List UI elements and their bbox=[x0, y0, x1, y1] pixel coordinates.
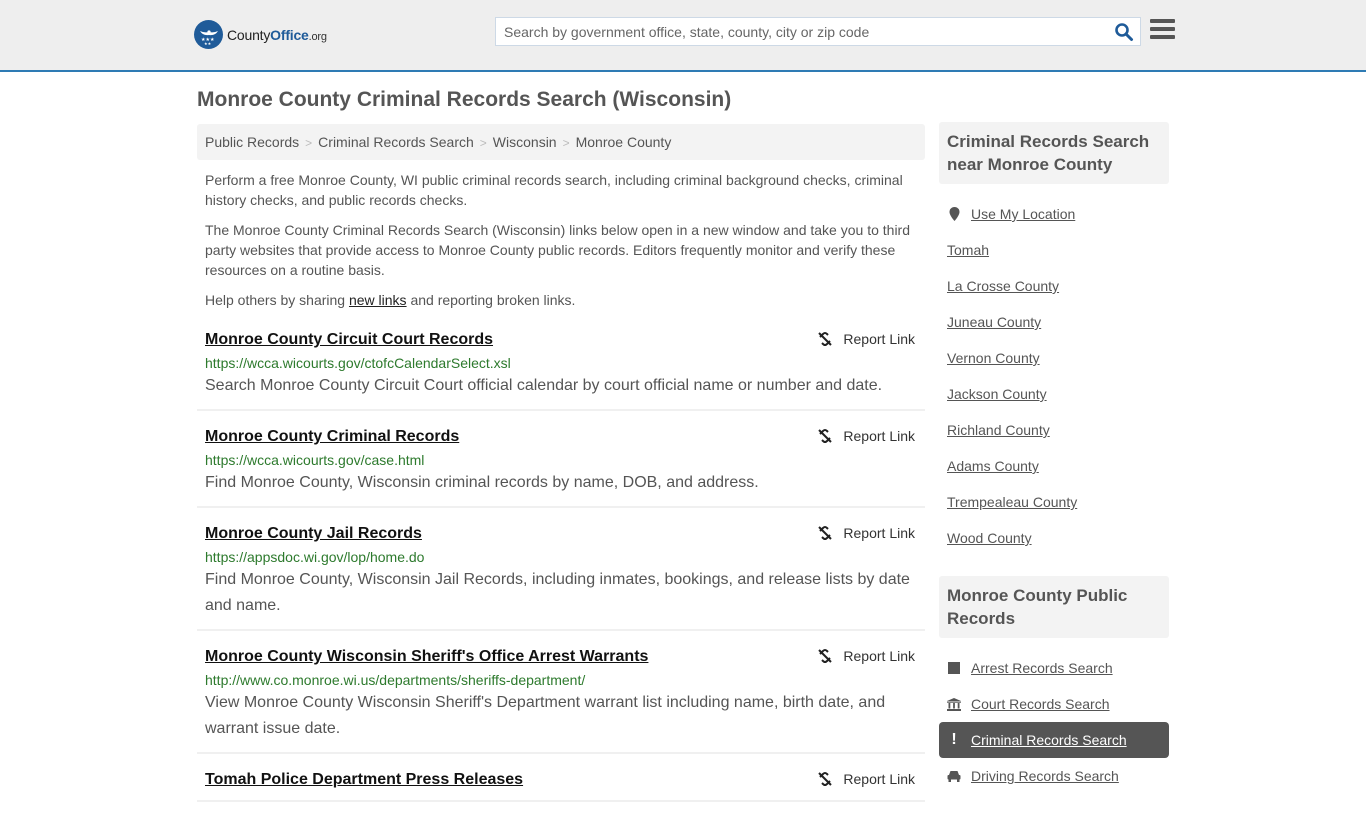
search-input[interactable] bbox=[496, 18, 1106, 45]
result-url: https://wcca.wicourts.gov/ctofcCalendarS… bbox=[205, 355, 511, 371]
hamburger-menu-icon[interactable] bbox=[1150, 19, 1175, 41]
nearby-item: Vernon County bbox=[947, 340, 1161, 376]
breadcrumb-criminal-records-search[interactable]: Criminal Records Search bbox=[318, 134, 474, 150]
driving-records-search-link[interactable]: Driving Records Search bbox=[971, 768, 1119, 784]
car-icon bbox=[947, 770, 961, 782]
result-description: View Monroe County Wisconsin Sheriff's D… bbox=[205, 694, 886, 737]
nearby-item: Trempealeau County bbox=[947, 484, 1161, 520]
public-records-heading: Monroe County Public Records bbox=[939, 576, 1169, 638]
nearby-item: Wood County bbox=[947, 520, 1161, 556]
nearby-link-richland-county[interactable]: Richland County bbox=[947, 422, 1050, 438]
public-records-item: Arrest Records Search bbox=[947, 650, 1161, 686]
result-title-link[interactable]: Monroe County Wisconsin Sheriff's Office… bbox=[205, 647, 648, 667]
result-item: Tomah Police Department Press Releases R… bbox=[197, 767, 925, 802]
result-url: http://www.co.monroe.wi.us/departments/s… bbox=[205, 672, 586, 688]
top-header: ★★★ ★★ CountyOffice.org bbox=[0, 0, 1366, 72]
nearby-link-la-crosse-county[interactable]: La Crosse County bbox=[947, 278, 1059, 294]
nearby-item: La Crosse County bbox=[947, 268, 1161, 304]
broken-link-icon bbox=[818, 772, 833, 786]
public-records-item-active: ! Criminal Records Search bbox=[939, 722, 1169, 758]
public-records-item: Driving Records Search bbox=[947, 758, 1161, 794]
court-records-search-link[interactable]: Court Records Search bbox=[971, 696, 1110, 712]
result-url: https://appsdoc.wi.gov/lop/home.do bbox=[205, 549, 425, 565]
exclamation-icon: ! bbox=[951, 731, 957, 748]
new-links-link[interactable]: new links bbox=[349, 292, 407, 308]
use-location-item: Use My Location bbox=[947, 196, 1161, 232]
breadcrumb-monroe-county[interactable]: Monroe County bbox=[576, 134, 672, 150]
broken-link-icon bbox=[818, 332, 833, 346]
criminal-records-search-link[interactable]: Criminal Records Search bbox=[971, 732, 1127, 748]
breadcrumb-separator: > bbox=[305, 136, 313, 150]
search-box bbox=[495, 17, 1141, 46]
nearby-link-wood-county[interactable]: Wood County bbox=[947, 530, 1032, 546]
result-item: Monroe County Jail Records Report Link h… bbox=[197, 521, 925, 631]
broken-link-icon bbox=[818, 649, 833, 663]
broken-link-icon bbox=[818, 429, 833, 443]
page-title: Monroe County Criminal Records Search (W… bbox=[197, 88, 732, 111]
logo-text: CountyOffice.org bbox=[227, 26, 327, 43]
public-records-item: Court Records Search bbox=[947, 686, 1161, 722]
result-url: https://wcca.wicourts.gov/case.html bbox=[205, 452, 425, 468]
arrest-records-search-link[interactable]: Arrest Records Search bbox=[971, 660, 1113, 676]
breadcrumb-wisconsin[interactable]: Wisconsin bbox=[493, 134, 557, 150]
nearby-item: Jackson County bbox=[947, 376, 1161, 412]
nearby-link-trempealeau-county[interactable]: Trempealeau County bbox=[947, 494, 1077, 510]
result-item: Monroe County Circuit Court Records Repo… bbox=[197, 327, 925, 411]
result-item: Monroe County Wisconsin Sheriff's Office… bbox=[197, 644, 925, 754]
breadcrumb-separator: > bbox=[562, 136, 570, 150]
breadcrumb: Public Records > Criminal Records Search > W… bbox=[197, 124, 925, 160]
search-icon[interactable] bbox=[1114, 22, 1134, 42]
result-title-link[interactable]: Monroe County Jail Records bbox=[205, 524, 422, 544]
map-marker-icon bbox=[947, 207, 961, 221]
public-records-list: Arrest Records Search Court Records Sear… bbox=[939, 638, 1169, 802]
nearby-item: Adams County bbox=[947, 448, 1161, 484]
report-link-button[interactable]: Report Link bbox=[817, 771, 915, 787]
nearby-heading: Criminal Records Search near Monroe Coun… bbox=[939, 122, 1169, 184]
intro-paragraph: The Monroe County Criminal Records Searc… bbox=[205, 222, 910, 278]
report-link-button[interactable]: Report Link bbox=[817, 331, 915, 347]
nearby-item: Juneau County bbox=[947, 304, 1161, 340]
report-link-button[interactable]: Report Link bbox=[817, 428, 915, 444]
result-item: Monroe County Criminal Records Report Li… bbox=[197, 424, 925, 508]
intro-text: Perform a free Monroe County, WI public … bbox=[205, 170, 920, 320]
nearby-link-vernon-county[interactable]: Vernon County bbox=[947, 350, 1040, 366]
report-link-button[interactable]: Report Link bbox=[817, 648, 915, 664]
result-title-link[interactable]: Tomah Police Department Press Releases bbox=[205, 770, 523, 790]
nearby-link-jackson-county[interactable]: Jackson County bbox=[947, 386, 1047, 402]
sidebar: Criminal Records Search near Monroe Coun… bbox=[939, 122, 1169, 802]
nearby-item: Richland County bbox=[947, 412, 1161, 448]
nearby-link-tomah[interactable]: Tomah bbox=[947, 242, 989, 258]
result-description: Find Monroe County, Wisconsin criminal r… bbox=[205, 474, 759, 491]
intro-paragraph: Help others by sharing new links and rep… bbox=[205, 292, 576, 308]
breadcrumb-public-records[interactable]: Public Records bbox=[205, 134, 299, 150]
report-link-button[interactable]: Report Link bbox=[817, 525, 915, 541]
site-logo[interactable]: ★★★ ★★ CountyOffice.org bbox=[194, 20, 327, 49]
courthouse-icon bbox=[947, 697, 961, 711]
use-my-location-link[interactable]: Use My Location bbox=[971, 206, 1075, 222]
nearby-link-juneau-county[interactable]: Juneau County bbox=[947, 314, 1041, 330]
svg-text:★★: ★★ bbox=[204, 41, 212, 46]
square-icon bbox=[947, 662, 961, 674]
breadcrumb-separator: > bbox=[479, 136, 487, 150]
result-description: Find Monroe County, Wisconsin Jail Recor… bbox=[205, 571, 910, 614]
results-list: Monroe County Circuit Court Records Repo… bbox=[197, 327, 925, 815]
nearby-list: Use My Location Tomah La Crosse County J… bbox=[939, 184, 1169, 564]
intro-paragraph: Perform a free Monroe County, WI public … bbox=[205, 172, 903, 208]
result-title-link[interactable]: Monroe County Criminal Records bbox=[205, 427, 459, 447]
nearby-link-adams-county[interactable]: Adams County bbox=[947, 458, 1039, 474]
nearby-item: Tomah bbox=[947, 232, 1161, 268]
broken-link-icon bbox=[818, 526, 833, 540]
eagle-logo-icon: ★★★ ★★ bbox=[194, 20, 223, 49]
result-title-link[interactable]: Monroe County Circuit Court Records bbox=[205, 330, 493, 350]
result-description: Search Monroe County Circuit Court offic… bbox=[205, 377, 883, 394]
